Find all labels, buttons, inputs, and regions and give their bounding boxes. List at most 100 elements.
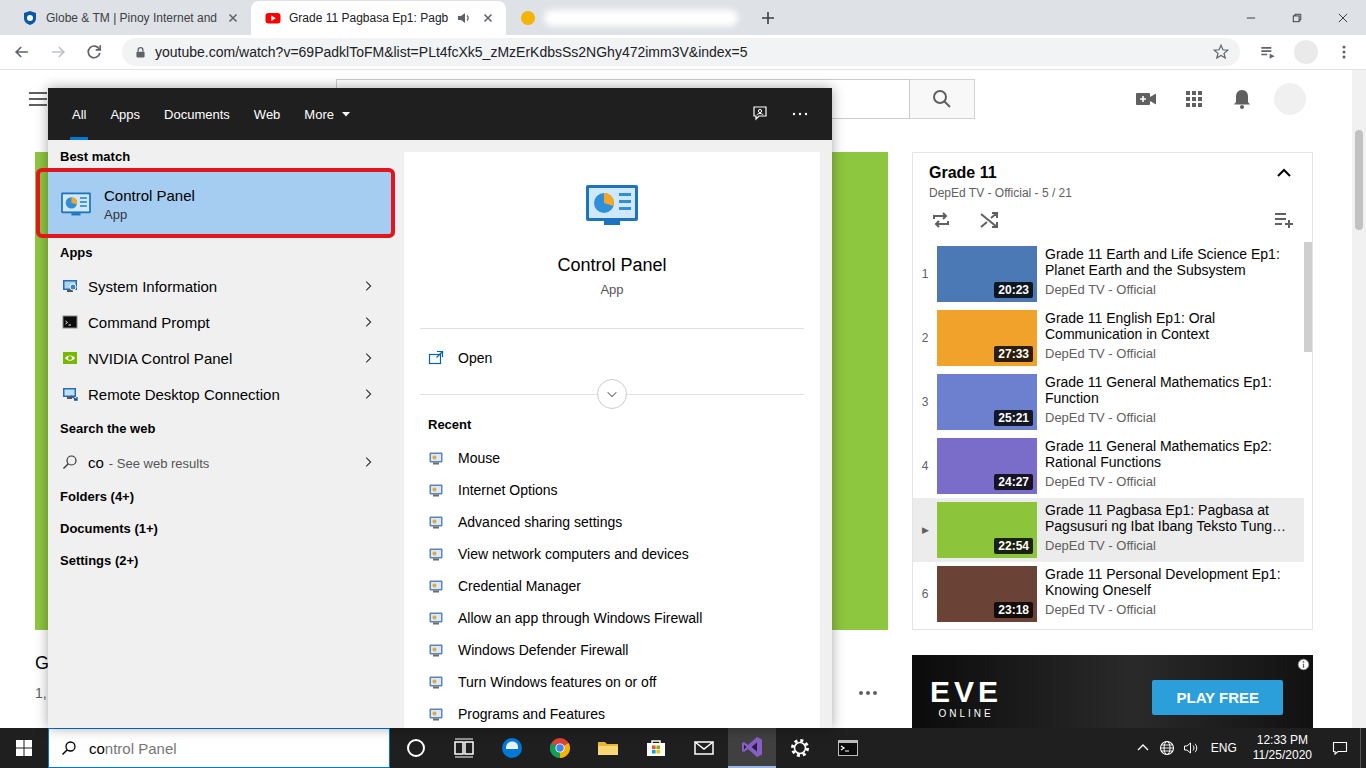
- chevron-right-icon[interactable]: [361, 455, 375, 469]
- apps-grid-icon[interactable]: [1182, 87, 1206, 111]
- address-bar[interactable]: youtube.com/watch?v=69PadklToFM&list=PLt…: [122, 38, 1240, 66]
- chevron-right-icon[interactable]: [361, 279, 375, 293]
- app-result[interactable]: Remote Desktop Connection: [48, 376, 403, 412]
- web-search-result[interactable]: co- See web results: [48, 444, 403, 480]
- taskbar-app[interactable]: [680, 728, 728, 768]
- profile-avatar[interactable]: [1294, 40, 1318, 64]
- ad-info-icon[interactable]: [1297, 658, 1310, 671]
- playlist-item[interactable]: 120:23Grade 11 Earth and Life Science Ep…: [913, 242, 1304, 306]
- app-result[interactable]: Command Prompt: [48, 304, 403, 340]
- playlist-item[interactable]: 623:18Grade 11 Personal Development Ep1:…: [913, 562, 1304, 626]
- save-playlist-icon[interactable]: [1272, 208, 1296, 232]
- account-avatar[interactable]: [1274, 83, 1306, 115]
- action-center-icon[interactable]: [1320, 740, 1360, 756]
- network-globe-icon[interactable]: [1155, 740, 1179, 756]
- video-thumbnail[interactable]: 25:21: [937, 374, 1037, 430]
- playlist-item[interactable]: 227:33Grade 11 English Ep1: Oral Communi…: [913, 306, 1304, 370]
- taskbar-app[interactable]: [824, 728, 872, 768]
- reload-icon[interactable]: [80, 38, 108, 66]
- recent-item[interactable]: Internet Options: [404, 474, 820, 506]
- search-filter-tab[interactable]: Apps: [98, 88, 152, 140]
- result-group-heading[interactable]: Documents (1+): [48, 512, 403, 544]
- search-button[interactable]: [910, 79, 975, 119]
- close-tab-icon[interactable]: [480, 10, 496, 26]
- more-actions-icon[interactable]: [856, 681, 880, 705]
- recent-item[interactable]: Mouse: [404, 442, 820, 474]
- search-filter-tab[interactable]: More: [292, 88, 363, 140]
- taskbar-app[interactable]: [440, 728, 488, 768]
- browser-tab[interactable]: Globe & TM | Pinoy Internet and: [8, 1, 251, 35]
- app-result[interactable]: NVIDIA Control Panel: [48, 340, 403, 376]
- search-filter-tab[interactable]: Documents: [152, 88, 242, 140]
- shuffle-icon[interactable]: [977, 208, 1001, 232]
- scrollbar-thumb[interactable]: [1304, 242, 1312, 352]
- chevron-right-icon[interactable]: [361, 315, 375, 329]
- recent-item[interactable]: View network computers and devices: [404, 538, 820, 570]
- input-language[interactable]: ENG: [1203, 741, 1245, 755]
- recent-item[interactable]: Turn Windows features on or off: [404, 666, 820, 698]
- chevron-right-icon[interactable]: [361, 351, 375, 365]
- taskbar-app[interactable]: [584, 728, 632, 768]
- playlist-scrollbar[interactable]: [1304, 242, 1312, 629]
- close-window-button[interactable]: [1320, 0, 1366, 35]
- search-filter-tab[interactable]: All: [60, 88, 98, 140]
- video-thumbnail[interactable]: 22:54: [937, 502, 1037, 558]
- notifications-bell-icon[interactable]: [1230, 87, 1254, 111]
- bookmark-star-icon[interactable]: [1212, 43, 1230, 61]
- app-result[interactable]: System Information: [48, 268, 403, 304]
- scrollbar-thumb[interactable]: [1355, 130, 1363, 230]
- taskbar-search-box[interactable]: control Panel: [48, 728, 390, 768]
- ad-banner[interactable]: EVEONLINEPLAY FREE: [912, 655, 1313, 728]
- lock-icon[interactable]: [134, 46, 147, 59]
- search-filter-tab[interactable]: Web: [242, 88, 293, 140]
- taskbar-app[interactable]: [728, 728, 776, 768]
- taskbar-app[interactable]: [776, 728, 824, 768]
- more-options-icon[interactable]: [790, 104, 810, 124]
- chevron-right-icon[interactable]: [361, 387, 375, 401]
- create-video-icon[interactable]: [1134, 87, 1158, 111]
- clock[interactable]: 12:33 PM11/25/2020: [1245, 733, 1320, 763]
- recent-item[interactable]: Windows Defender Firewall: [404, 634, 820, 666]
- forward-arrow-icon[interactable]: [44, 38, 72, 66]
- browser-tab[interactable]: [506, 1, 748, 35]
- minimize-button[interactable]: [1228, 0, 1274, 35]
- taskbar-app[interactable]: [632, 728, 680, 768]
- taskbar-app[interactable]: [392, 728, 440, 768]
- close-tab-icon[interactable]: [225, 10, 241, 26]
- start-button[interactable]: [0, 728, 48, 768]
- speaker-icon[interactable]: [456, 10, 472, 26]
- playlist-item[interactable]: ▶22:54Grade 11 Pagbasa Ep1: Pagbasa at P…: [913, 498, 1304, 562]
- result-group-heading[interactable]: Folders (4+): [48, 480, 403, 512]
- media-queue-icon[interactable]: [1254, 38, 1282, 66]
- recent-item[interactable]: Advanced sharing settings: [404, 506, 820, 538]
- restore-button[interactable]: [1274, 0, 1320, 35]
- video-thumbnail[interactable]: 20:23: [937, 246, 1037, 302]
- recent-item[interactable]: Credential Manager: [404, 570, 820, 602]
- volume-speaker-icon[interactable]: [1179, 740, 1203, 756]
- best-match-result[interactable]: Control PanelApp: [48, 172, 395, 236]
- video-thumbnail[interactable]: 27:33: [937, 310, 1037, 366]
- menu-kebab-icon[interactable]: [1330, 38, 1358, 66]
- page-scrollbar[interactable]: [1352, 70, 1366, 728]
- result-group-heading[interactable]: Settings (2+): [48, 544, 403, 576]
- show-hidden-icons-chevron-icon[interactable]: [1131, 740, 1155, 756]
- collapse-chevron-icon[interactable]: [1272, 161, 1296, 185]
- loop-icon[interactable]: [929, 208, 953, 232]
- recent-item[interactable]: Allow an app through Windows Firewall: [404, 602, 820, 634]
- show-desktop-button[interactable]: [1360, 728, 1366, 768]
- new-tab-icon[interactable]: [754, 4, 782, 32]
- playlist-item[interactable]: 424:27Grade 11 General Mathematics Ep2: …: [913, 434, 1304, 498]
- browser-tab[interactable]: Grade 11 Pagbasa Ep1: Pagb: [251, 1, 506, 35]
- taskbar-app[interactable]: [488, 728, 536, 768]
- recent-item[interactable]: Programs and Features: [404, 698, 820, 728]
- playlist-title[interactable]: Grade 11: [929, 164, 997, 182]
- back-arrow-icon[interactable]: [8, 38, 36, 66]
- playlist-item[interactable]: 325:21Grade 11 General Mathematics Ep1: …: [913, 370, 1304, 434]
- video-thumbnail[interactable]: 24:27: [937, 438, 1037, 494]
- expand-button[interactable]: [597, 379, 627, 409]
- video-thumbnail[interactable]: 23:18: [937, 566, 1037, 622]
- ad-cta-button[interactable]: PLAY FREE: [1152, 680, 1283, 715]
- taskbar-app[interactable]: [536, 728, 584, 768]
- feedback-icon[interactable]: [750, 104, 770, 124]
- hamburger-menu-icon[interactable]: [26, 87, 50, 111]
